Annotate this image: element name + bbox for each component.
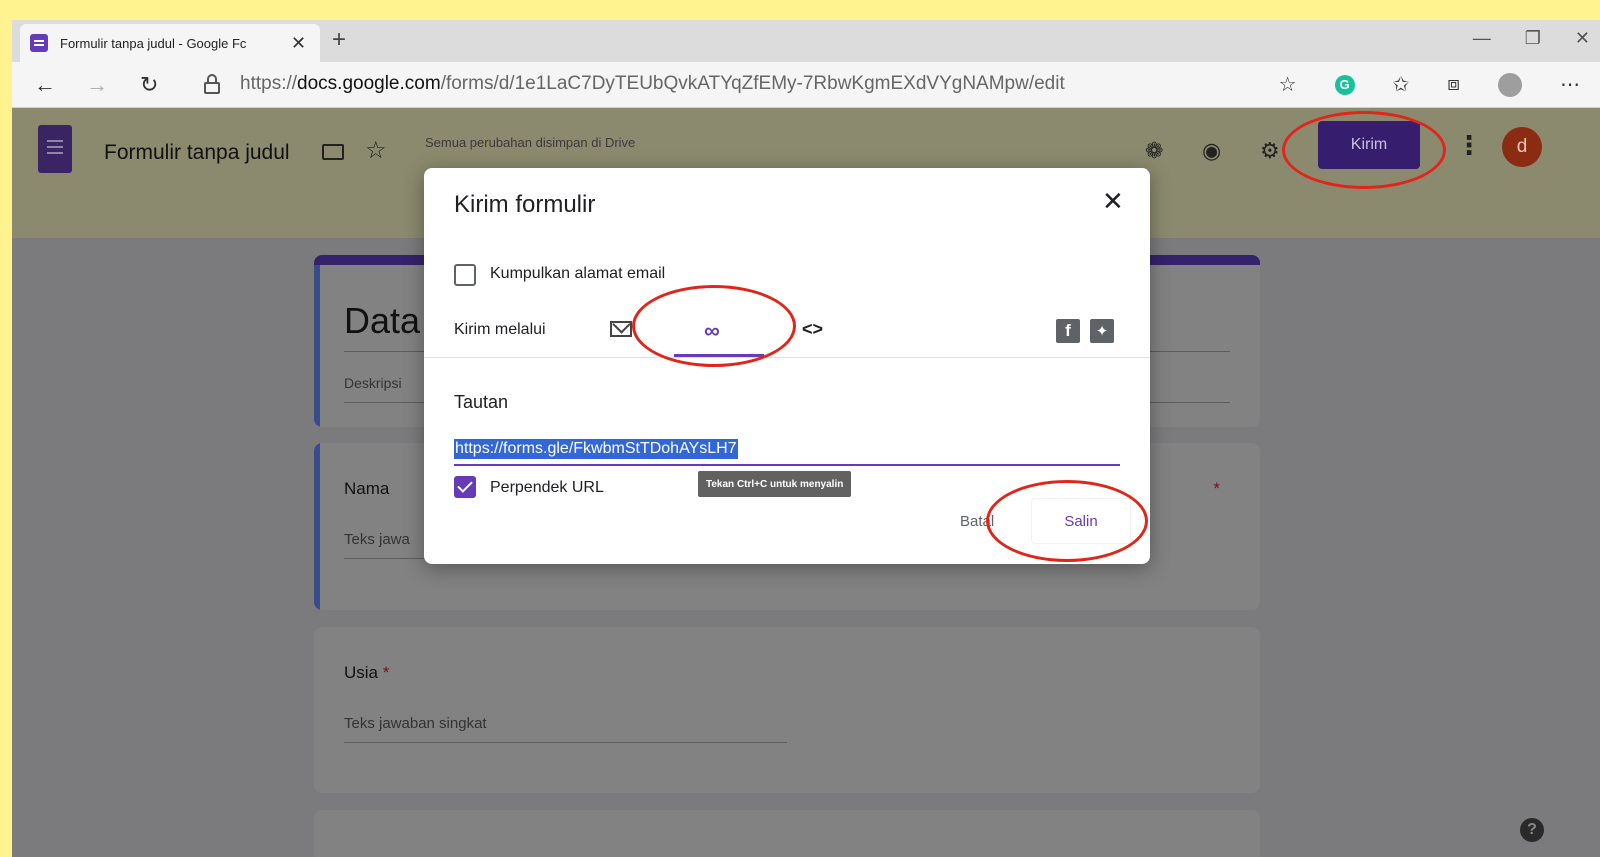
tab-title: Formulir tanpa judul - Google Fc: [60, 35, 247, 51]
settings-gear-icon[interactable]: ⚙: [1260, 138, 1280, 164]
link-field[interactable]: https://forms.gle/FkwbmStTDohAYsLH7: [454, 439, 738, 459]
back-arrow-icon[interactable]: ←: [34, 72, 56, 98]
more-options-icon[interactable]: ⋯: [1560, 72, 1580, 97]
toolbar-icons: ☆ G ✩ ⧈ ⋯: [1279, 72, 1580, 97]
browser-tab[interactable]: Formulir tanpa judul - Google Fc ✕: [20, 24, 320, 62]
save-status: Semua perubahan disimpan di Drive: [425, 135, 636, 150]
question-card[interactable]: Usia * Teks jawaban singkat: [314, 627, 1260, 793]
shorten-url-label: Perpendek URL: [490, 479, 604, 496]
new-tab-button[interactable]: +: [332, 26, 346, 54]
url-scheme: https://: [240, 73, 298, 94]
url-host: docs.google.com: [297, 73, 441, 94]
question-label-text: Usia: [344, 663, 379, 682]
link-heading: Tautan: [454, 392, 509, 412]
window-controls: — ❐ ✕: [1473, 28, 1590, 49]
close-icon[interactable]: ✕: [1102, 186, 1124, 217]
card-accent: [314, 265, 320, 427]
answer-underline: [344, 742, 787, 743]
required-mark: *: [1213, 479, 1220, 498]
copy-tooltip: Tekan Ctrl+C untuk menyalin: [698, 471, 852, 497]
help-icon[interactable]: ?: [1520, 818, 1544, 842]
email-icon[interactable]: [610, 321, 632, 337]
question-card[interactable]: [314, 810, 1260, 857]
tab-strip: Formulir tanpa judul - Google Fc ✕ + — ❐…: [12, 20, 1600, 62]
dialog-divider: [424, 357, 1150, 358]
google-forms-logo-icon[interactable]: [38, 125, 72, 173]
shorten-url-checkbox[interactable]: [454, 476, 476, 498]
forward-arrow-icon[interactable]: →: [86, 72, 108, 98]
preview-eye-icon[interactable]: ◉: [1202, 138, 1221, 164]
palette-icon[interactable]: ❁: [1145, 138, 1163, 164]
question-label: Usia *: [344, 663, 389, 683]
url-path: /forms/d/1e1LaC7DyTEUbQvkATYqZfEMy-7RbwK…: [440, 73, 1065, 94]
restore-icon[interactable]: ❐: [1525, 28, 1541, 49]
required-mark: *: [382, 663, 390, 682]
annotation-circle-copy: [986, 480, 1148, 562]
browser-toolbar: ← → ↻ https://docs.google.com/forms/d/1e…: [12, 62, 1600, 108]
collect-email-label: Kumpulkan alamat email: [490, 265, 666, 282]
annotation-circle-link: [632, 285, 796, 367]
card-accent: [314, 443, 320, 610]
embed-code-icon[interactable]: <>: [802, 319, 823, 340]
facebook-icon[interactable]: f: [1056, 319, 1080, 343]
star-icon[interactable]: ☆: [365, 136, 387, 165]
folder-icon[interactable]: [322, 144, 344, 160]
form-description[interactable]: Deskripsi: [344, 375, 402, 391]
grammarly-extension-icon[interactable]: G: [1334, 74, 1355, 95]
favorite-star-icon[interactable]: ☆: [1279, 72, 1297, 97]
more-vert-icon[interactable]: ⋮: [1456, 130, 1482, 161]
collections-icon[interactable]: ⧈: [1447, 73, 1460, 96]
twitter-icon[interactable]: ✦: [1090, 319, 1114, 343]
collect-email-checkbox[interactable]: [454, 264, 476, 286]
answer-placeholder: Teks jawa: [344, 531, 410, 548]
forms-favicon-icon: [30, 34, 48, 52]
minimize-icon[interactable]: —: [1473, 28, 1491, 49]
link-field-underline: [454, 464, 1120, 466]
favorites-list-icon[interactable]: ✩: [1393, 72, 1410, 97]
answer-placeholder: Teks jawaban singkat: [344, 715, 487, 732]
send-via-label: Kirim melalui: [454, 321, 546, 338]
avatar[interactable]: d: [1502, 127, 1542, 167]
annotation-circle-send: [1282, 111, 1446, 189]
question-label: Nama: [344, 479, 390, 498]
tab-close-icon[interactable]: ✕: [291, 33, 306, 54]
document-title[interactable]: Formulir tanpa judul: [104, 141, 290, 165]
lock-icon[interactable]: [204, 74, 220, 94]
address-bar[interactable]: https://docs.google.com/forms/d/1e1LaC7D…: [240, 73, 1065, 95]
close-window-icon[interactable]: ✕: [1575, 28, 1590, 49]
form-heading[interactable]: Data: [344, 300, 420, 342]
refresh-icon[interactable]: ↻: [140, 72, 158, 98]
dialog-title: Kirim formulir: [454, 191, 596, 218]
profile-icon[interactable]: [1498, 72, 1522, 97]
